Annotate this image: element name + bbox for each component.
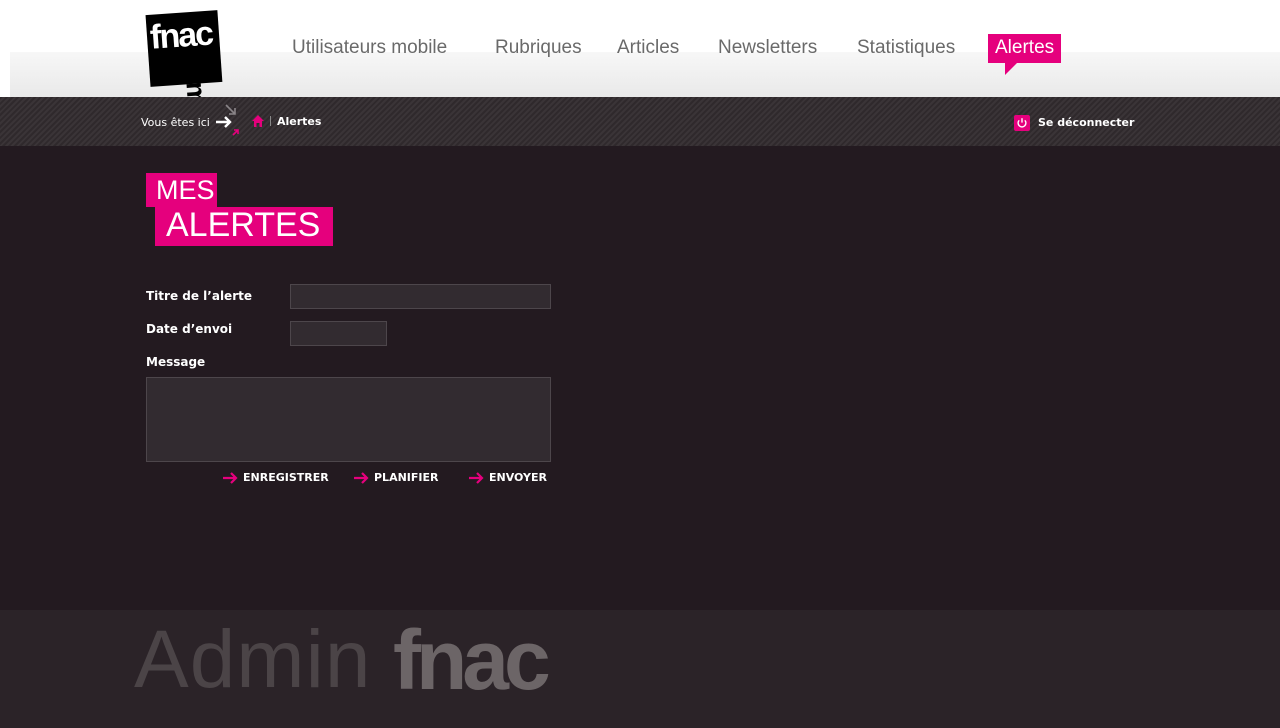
schedule-label: PLANIFIER (374, 471, 439, 484)
breadcrumb-prefix: Vous êtes ici (141, 116, 210, 129)
send-date-label: Date d’envoi (146, 322, 233, 336)
nav-item-statistiques[interactable]: Statistiques (857, 34, 955, 62)
send-date-input[interactable] (290, 321, 387, 346)
nav-item-rubriques[interactable]: Rubriques (495, 34, 582, 62)
nav-item-utilisateurs-mobile[interactable]: Utilisateurs mobile (292, 34, 447, 62)
footer: Admin fnac (0, 610, 1280, 728)
arrow-right-icon (223, 472, 238, 484)
arrow-right-icon (354, 472, 369, 484)
breadcrumb-separator (270, 116, 271, 126)
header: fnac .com Utilisateurs mobile Rubriques … (0, 0, 1280, 106)
arrow-right-icon (469, 472, 484, 484)
breadcrumb-current: Alertes (277, 115, 322, 128)
footer-brand-fnac: fnac (393, 613, 551, 707)
power-icon (1014, 115, 1030, 131)
nav-item-alertes[interactable]: Alertes (988, 34, 1062, 75)
you-are-here-arrow-icon (216, 104, 239, 136)
send-label: ENVOYER (489, 471, 547, 484)
home-icon[interactable] (251, 114, 265, 128)
page-title-line1: MES (156, 175, 215, 205)
nav-item-newsletters[interactable]: Newsletters (718, 34, 817, 62)
page-title-line2: ALERTES (166, 206, 321, 244)
nav-item-articles[interactable]: Articles (617, 34, 679, 62)
save-label: ENREGISTRER (243, 471, 329, 484)
footer-brand-admin: Admin (134, 614, 372, 705)
message-label: Message (146, 355, 206, 369)
breadcrumb-bar: Vous êtes ici Alertes Se déconnecter (0, 97, 1280, 146)
message-textarea[interactable] (146, 377, 551, 462)
alert-title-input[interactable] (290, 284, 551, 309)
alert-title-label: Titre de l’alerte (146, 289, 252, 303)
logout-label: Se déconnecter (1038, 116, 1135, 129)
fnac-logo[interactable]: fnac .com (145, 9, 237, 106)
